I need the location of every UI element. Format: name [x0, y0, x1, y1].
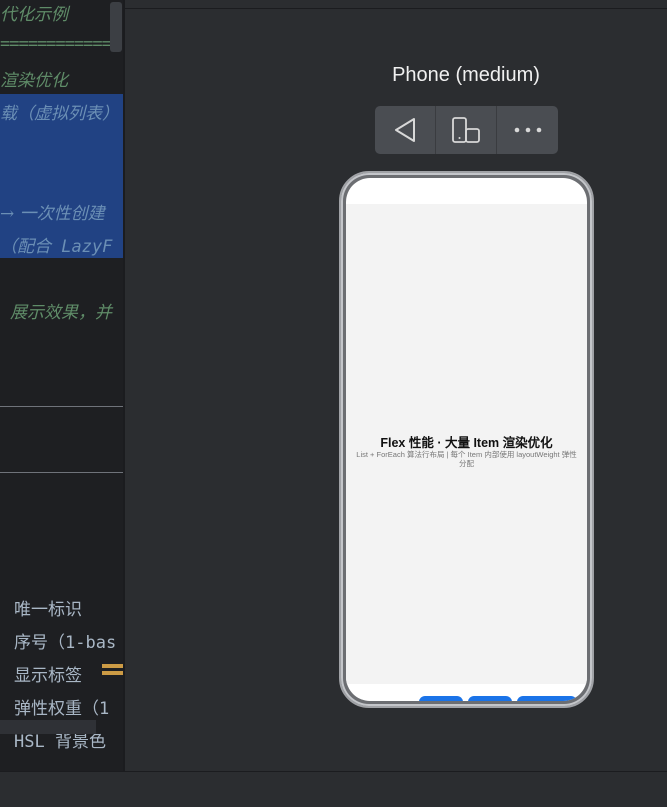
phone-screen[interactable]: Flex 性能 · 大量 Item 渲染优化 List + ForEach 算法…: [346, 178, 587, 701]
field-comment: 序号（1-bas: [14, 633, 117, 653]
code-line: 展示效果，并: [10, 303, 112, 323]
code-line: （配合 LazyF: [0, 237, 113, 257]
app-title: Flex 性能 · 大量 Item 渲染优化: [380, 436, 553, 450]
more-options-button[interactable]: [497, 106, 558, 154]
tab-pill[interactable]: [419, 696, 463, 701]
vertical-scrollbar[interactable]: [110, 2, 122, 52]
fold-marker-icon[interactable]: [102, 664, 123, 676]
status-bar: [0, 771, 667, 807]
more-dots-icon: [514, 127, 541, 133]
code-line: =============: [0, 34, 121, 54]
device-rotate-icon: [452, 117, 480, 143]
phone-frame: Flex 性能 · 大量 Item 渲染优化 List + ForEach 算法…: [339, 171, 594, 708]
app-content: Flex 性能 · 大量 Item 渲染优化 List + ForEach 算法…: [346, 204, 587, 684]
tab-pill[interactable]: [468, 696, 512, 701]
device-title: Phone (medium): [392, 64, 540, 86]
code-line: 代化示例: [0, 5, 68, 25]
field-comment: 唯一标识: [14, 600, 82, 620]
back-button[interactable]: [375, 106, 436, 154]
preview-toolbar: [375, 106, 558, 154]
field-comment: 显示标签: [14, 666, 82, 686]
section-divider: [0, 406, 123, 407]
pane-divider[interactable]: [123, 0, 125, 771]
rotate-device-button[interactable]: [436, 106, 497, 154]
field-comment: 弹性权重（1: [14, 699, 110, 719]
back-triangle-icon: [395, 118, 415, 142]
horizontal-scrollbar[interactable]: [0, 720, 96, 734]
tab-pill[interactable]: [517, 696, 577, 701]
code-line: 载（虚拟列表）: [0, 104, 119, 124]
top-divider: [123, 8, 667, 9]
section-divider: [0, 472, 123, 473]
code-line: → 一次性创建: [0, 204, 105, 224]
code-editor-pane[interactable]: 代化示例 ============= 渲染优化 载（虚拟列表） → 一次性创建 …: [0, 0, 123, 771]
code-line: 渲染优化: [0, 71, 68, 91]
app-subtitle: List + ForEach 算法行布局 | 每个 Item 内部使用 layo…: [356, 450, 577, 468]
